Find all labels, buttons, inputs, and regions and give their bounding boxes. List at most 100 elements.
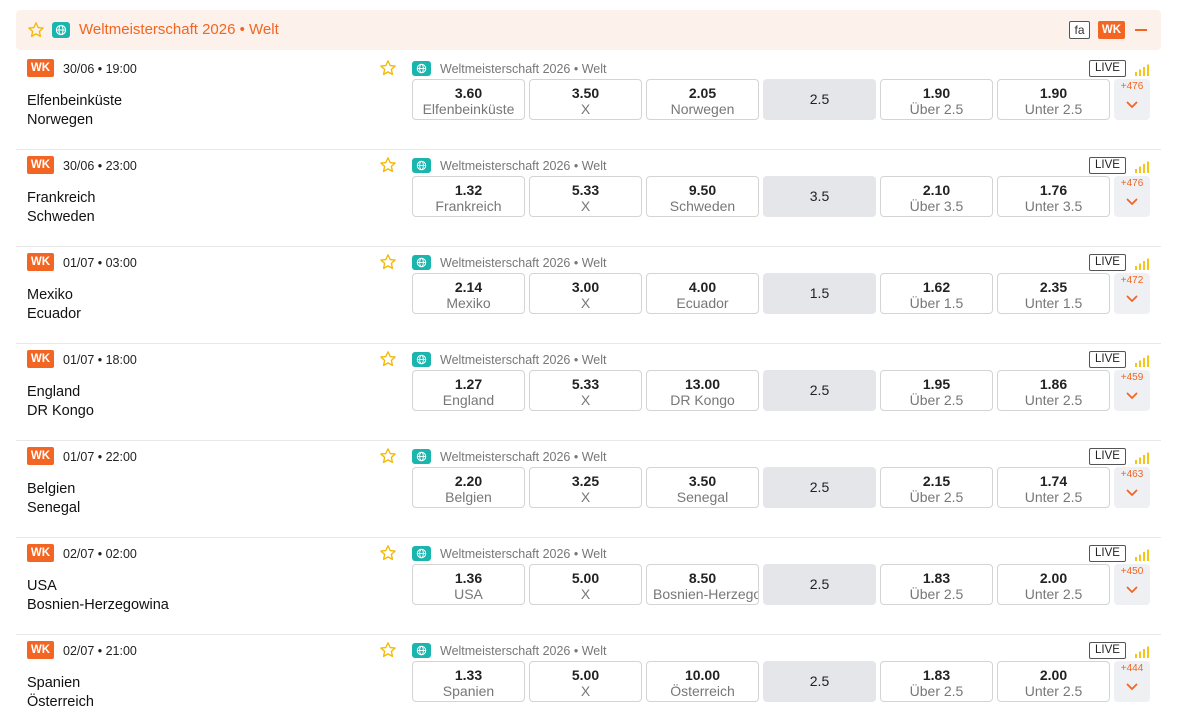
odd-home[interactable]: 2.20 Belgien bbox=[412, 467, 525, 508]
odd-label: Über 3.5 bbox=[909, 198, 964, 214]
signal-bars-icon bbox=[1135, 64, 1149, 76]
more-markets-button[interactable]: +476 bbox=[1114, 176, 1150, 217]
odd-label: Über 2.5 bbox=[909, 489, 964, 505]
total-line: 2.5 bbox=[763, 79, 876, 120]
star-outline-icon[interactable] bbox=[379, 447, 397, 465]
away-team[interactable]: Bosnien-Herzegowina bbox=[27, 597, 169, 613]
odd-value: 1.83 bbox=[922, 570, 951, 586]
odd-value: 3.50 bbox=[571, 85, 600, 101]
home-team[interactable]: Belgien bbox=[27, 481, 75, 497]
match-league: Weltmeisterschaft 2026 • Welt bbox=[440, 159, 607, 173]
odd-away[interactable]: 8.50 Bosnien-Herzegowina bbox=[646, 564, 759, 605]
match-league: Weltmeisterschaft 2026 • Welt bbox=[440, 450, 607, 464]
away-team[interactable]: Norwegen bbox=[27, 112, 93, 128]
odd-away[interactable]: 2.05 Norwegen bbox=[646, 79, 759, 120]
odd-value: 13.00 bbox=[684, 376, 721, 392]
odd-over[interactable]: 1.83 Über 2.5 bbox=[880, 564, 993, 605]
home-team[interactable]: Mexiko bbox=[27, 287, 73, 303]
odd-home[interactable]: 1.27 England bbox=[412, 370, 525, 411]
more-markets-button[interactable]: +444 bbox=[1114, 661, 1150, 702]
home-team[interactable]: Elfenbeinküste bbox=[27, 93, 122, 109]
away-team[interactable]: Senegal bbox=[27, 500, 80, 516]
more-markets-button[interactable]: +476 bbox=[1114, 79, 1150, 120]
away-team[interactable]: Ecuador bbox=[27, 306, 81, 322]
odd-away[interactable]: 3.50 Senegal bbox=[646, 467, 759, 508]
star-outline-icon[interactable] bbox=[379, 59, 397, 77]
match-time: 02/07 • 21:00 bbox=[63, 644, 137, 658]
home-team[interactable]: Spanien bbox=[27, 675, 80, 691]
more-markets-button[interactable]: +463 bbox=[1114, 467, 1150, 508]
live-badge[interactable]: LIVE bbox=[1089, 448, 1126, 465]
odd-over[interactable]: 1.62 Über 1.5 bbox=[880, 273, 993, 314]
odd-over[interactable]: 1.95 Über 2.5 bbox=[880, 370, 993, 411]
home-team[interactable]: Frankreich bbox=[27, 190, 96, 206]
star-outline-icon[interactable] bbox=[379, 156, 397, 174]
home-team[interactable]: England bbox=[27, 384, 80, 400]
star-outline-icon[interactable] bbox=[379, 641, 397, 659]
odd-home[interactable]: 3.60 Elfenbeinküste bbox=[412, 79, 525, 120]
live-badge[interactable]: LIVE bbox=[1089, 351, 1126, 368]
match-time: 02/07 • 02:00 bbox=[63, 547, 137, 561]
odd-under[interactable]: 1.76 Unter 3.5 bbox=[997, 176, 1110, 217]
live-badge[interactable]: LIVE bbox=[1089, 254, 1126, 271]
odd-value: 2.00 bbox=[1039, 570, 1068, 586]
star-outline-icon[interactable] bbox=[379, 350, 397, 368]
odd-draw[interactable]: 3.25 X bbox=[529, 467, 642, 508]
signal-bars-icon bbox=[1135, 355, 1149, 367]
home-team[interactable]: USA bbox=[27, 578, 57, 594]
odd-under[interactable]: 1.90 Unter 2.5 bbox=[997, 79, 1110, 120]
odd-draw[interactable]: 5.00 X bbox=[529, 564, 642, 605]
more-markets-button[interactable]: +472 bbox=[1114, 273, 1150, 314]
odd-label: Frankreich bbox=[435, 198, 502, 214]
odd-over[interactable]: 1.83 Über 2.5 bbox=[880, 661, 993, 702]
odd-label: Unter 1.5 bbox=[1024, 295, 1083, 311]
odd-draw[interactable]: 3.50 X bbox=[529, 79, 642, 120]
odd-under[interactable]: 2.35 Unter 1.5 bbox=[997, 273, 1110, 314]
live-badge[interactable]: LIVE bbox=[1089, 60, 1126, 77]
odd-home[interactable]: 1.32 Frankreich bbox=[412, 176, 525, 217]
odd-away[interactable]: 10.00 Österreich bbox=[646, 661, 759, 702]
odd-under[interactable]: 1.86 Unter 2.5 bbox=[997, 370, 1110, 411]
odd-value: 1.86 bbox=[1039, 376, 1068, 392]
odd-label: USA bbox=[454, 586, 483, 602]
star-outline-icon[interactable] bbox=[379, 544, 397, 562]
odd-over[interactable]: 2.10 Über 3.5 bbox=[880, 176, 993, 217]
live-badge[interactable]: LIVE bbox=[1089, 642, 1126, 659]
odd-label: X bbox=[580, 683, 591, 699]
wk-badge: WK bbox=[27, 350, 54, 368]
odd-label: Elfenbeinküste bbox=[422, 101, 515, 117]
odd-under[interactable]: 2.00 Unter 2.5 bbox=[997, 564, 1110, 605]
odd-away[interactable]: 9.50 Schweden bbox=[646, 176, 759, 217]
odd-over[interactable]: 1.90 Über 2.5 bbox=[880, 79, 993, 120]
odd-draw[interactable]: 5.00 X bbox=[529, 661, 642, 702]
minus-icon[interactable] bbox=[1135, 29, 1147, 31]
league-header[interactable]: Weltmeisterschaft 2026 • Welt fa WK bbox=[16, 10, 1161, 50]
live-badge[interactable]: LIVE bbox=[1089, 157, 1126, 174]
odd-under[interactable]: 1.74 Unter 2.5 bbox=[997, 467, 1110, 508]
star-outline-icon[interactable] bbox=[379, 253, 397, 271]
more-markets-button[interactable]: +450 bbox=[1114, 564, 1150, 605]
star-outline-icon[interactable] bbox=[27, 21, 45, 39]
wk-badge: WK bbox=[1098, 21, 1125, 39]
odd-home[interactable]: 2.14 Mexiko bbox=[412, 273, 525, 314]
odd-away[interactable]: 13.00 DR Kongo bbox=[646, 370, 759, 411]
odd-over[interactable]: 2.15 Über 2.5 bbox=[880, 467, 993, 508]
odd-value: 1.90 bbox=[922, 85, 951, 101]
total-line: 1.5 bbox=[763, 273, 876, 314]
away-team[interactable]: Schweden bbox=[27, 209, 95, 225]
odd-draw[interactable]: 3.00 X bbox=[529, 273, 642, 314]
odd-value: 3.00 bbox=[571, 279, 600, 295]
odd-value: 5.33 bbox=[571, 376, 600, 392]
more-markets-button[interactable]: +459 bbox=[1114, 370, 1150, 411]
match-row: WK 01/07 • 22:00 Belgien Senegal Weltmei… bbox=[16, 441, 1161, 538]
odd-draw[interactable]: 5.33 X bbox=[529, 176, 642, 217]
away-team[interactable]: Österreich bbox=[27, 694, 94, 710]
odd-draw[interactable]: 5.33 X bbox=[529, 370, 642, 411]
live-badge[interactable]: LIVE bbox=[1089, 545, 1126, 562]
odd-label: Unter 2.5 bbox=[1024, 489, 1083, 505]
away-team[interactable]: DR Kongo bbox=[27, 403, 94, 419]
odd-under[interactable]: 2.00 Unter 2.5 bbox=[997, 661, 1110, 702]
odd-home[interactable]: 1.36 USA bbox=[412, 564, 525, 605]
odd-home[interactable]: 1.33 Spanien bbox=[412, 661, 525, 702]
odd-away[interactable]: 4.00 Ecuador bbox=[646, 273, 759, 314]
